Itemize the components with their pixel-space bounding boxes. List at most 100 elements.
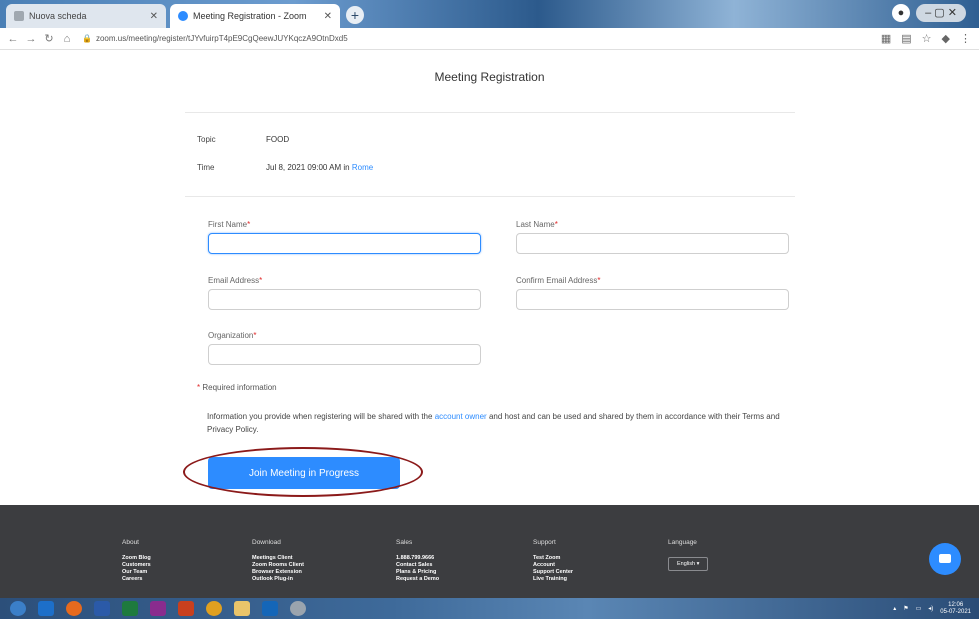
footer-link[interactable]: 1.888.799.9666 bbox=[396, 555, 439, 562]
close-icon[interactable]: ✕ bbox=[150, 11, 158, 22]
footer-language: Language English ▾ bbox=[668, 539, 709, 571]
system-tray: ▴ ⚑ ▭ ◂) 12:06 05-07-2021 bbox=[893, 602, 979, 616]
required-mark: * bbox=[247, 220, 251, 229]
notification-icon[interactable]: ▴ bbox=[893, 605, 896, 612]
footer-link[interactable]: Zoom Rooms Client bbox=[252, 562, 304, 569]
page-title: Meeting Registration bbox=[434, 70, 545, 84]
file-explorer-icon[interactable] bbox=[234, 601, 250, 616]
last-name-label: Last Name* bbox=[516, 220, 558, 229]
tab-zoom-registration[interactable]: Meeting Registration - Zoom ✕ bbox=[170, 4, 340, 28]
qr-icon[interactable]: ▦ bbox=[881, 32, 891, 45]
footer-link[interactable]: Customers bbox=[122, 562, 151, 569]
footer-link[interactable]: Account bbox=[533, 562, 573, 569]
email-label: Email Address* bbox=[208, 276, 262, 285]
footer-link[interactable]: Our Team bbox=[122, 569, 151, 576]
outlook-icon[interactable] bbox=[262, 601, 278, 616]
chat-button[interactable] bbox=[929, 543, 961, 575]
home-icon[interactable]: ⌂ bbox=[58, 33, 76, 45]
flag-icon[interactable]: ⚑ bbox=[903, 605, 908, 612]
word-icon[interactable] bbox=[94, 601, 110, 616]
footer-link[interactable]: Live Training bbox=[533, 576, 573, 583]
site-footer: About Zoom Blog Customers Our Team Caree… bbox=[0, 505, 979, 598]
footer-link[interactable]: Zoom Blog bbox=[122, 555, 151, 562]
chrome-icon[interactable] bbox=[206, 601, 222, 616]
footer-heading: Download bbox=[252, 539, 281, 546]
powerpoint-icon[interactable] bbox=[178, 601, 194, 616]
footer-link[interactable]: Request a Demo bbox=[396, 576, 439, 583]
footer-link[interactable]: Careers bbox=[122, 576, 151, 583]
time-value: Jul 8, 2021 09:00 AM in Rome bbox=[266, 163, 373, 172]
menu-icon[interactable]: ⋮ bbox=[960, 32, 971, 45]
language-value: English bbox=[677, 561, 696, 567]
footer-link[interactable]: Outlook Plug-in bbox=[252, 576, 304, 583]
confirm-email-label: Confirm Email Address* bbox=[516, 276, 600, 285]
close-icon[interactable]: ✕ bbox=[324, 11, 332, 22]
window-controls[interactable]: – ▢ ✕ bbox=[916, 4, 966, 22]
footer-link[interactable]: Support Center bbox=[533, 569, 573, 576]
app-icon[interactable] bbox=[290, 601, 306, 616]
topic-value: FOOD bbox=[266, 135, 290, 144]
time-zone-link[interactable]: Rome bbox=[352, 163, 373, 172]
back-icon[interactable]: ← bbox=[4, 33, 22, 45]
clock[interactable]: 12:06 05-07-2021 bbox=[940, 602, 971, 616]
join-meeting-button[interactable]: Join Meeting in Progress bbox=[208, 457, 400, 489]
internet-explorer-icon[interactable] bbox=[38, 601, 54, 616]
label-text: Email Address bbox=[208, 276, 260, 285]
divider bbox=[185, 196, 795, 197]
notice-text: Information you provide when registering… bbox=[207, 412, 433, 421]
required-note-text: Required information bbox=[202, 383, 277, 392]
chevron-down-icon: ▾ bbox=[696, 561, 700, 567]
footer-support: Support Test Zoom Account Support Center… bbox=[533, 539, 573, 583]
label-text: First Name bbox=[208, 220, 248, 229]
footer-link[interactable]: Browser Extension bbox=[252, 569, 304, 576]
footer-sales: Sales 1.888.799.9666 Contact Sales Plans… bbox=[396, 539, 439, 583]
topic-label: Topic bbox=[197, 135, 216, 144]
clock-date: 05-07-2021 bbox=[940, 608, 971, 615]
account-owner-link[interactable]: account owner bbox=[435, 412, 487, 421]
url-text: zoom.us/meeting/register/tJYvfuirpT4pE9C… bbox=[95, 34, 348, 43]
volume-icon[interactable]: ◂) bbox=[928, 605, 933, 612]
footer-heading: Language bbox=[668, 539, 697, 546]
confirm-email-input[interactable] bbox=[516, 289, 789, 310]
start-icon[interactable] bbox=[10, 601, 26, 616]
divider bbox=[185, 112, 795, 113]
footer-heading: Sales bbox=[396, 539, 413, 546]
profile-icon[interactable]: ● bbox=[892, 4, 910, 22]
organization-input[interactable] bbox=[208, 344, 481, 365]
translate-icon[interactable]: ▤ bbox=[901, 32, 911, 45]
firefox-icon[interactable] bbox=[66, 601, 82, 616]
first-name-label: First Name* bbox=[208, 220, 250, 229]
last-name-input[interactable] bbox=[516, 233, 789, 254]
onenote-icon[interactable] bbox=[150, 601, 166, 616]
footer-download: Download Meetings Client Zoom Rooms Clie… bbox=[252, 539, 304, 583]
required-mark: * bbox=[597, 276, 601, 285]
email-input[interactable] bbox=[208, 289, 481, 310]
tab-new-tab[interactable]: Nuova scheda ✕ bbox=[6, 4, 166, 28]
extension-icon[interactable]: ◆ bbox=[942, 32, 950, 45]
footer-heading: About bbox=[122, 539, 139, 546]
extension-area: ▦ ▤ ☆ ◆ ⋮ bbox=[881, 32, 979, 45]
tab-label: Nuova scheda bbox=[29, 11, 87, 21]
forward-icon[interactable]: → bbox=[22, 33, 40, 45]
windows-taskbar: ▴ ⚑ ▭ ◂) 12:06 05-07-2021 bbox=[0, 598, 979, 619]
footer-link[interactable]: Plans & Pricing bbox=[396, 569, 439, 576]
star-icon[interactable]: ☆ bbox=[922, 32, 932, 45]
language-select[interactable]: English ▾ bbox=[668, 557, 709, 571]
label-text: Confirm Email Address bbox=[516, 276, 598, 285]
time-text: Jul 8, 2021 09:00 AM in bbox=[266, 163, 350, 172]
organization-label: Organization* bbox=[208, 331, 256, 340]
footer-about: About Zoom Blog Customers Our Team Caree… bbox=[122, 539, 151, 583]
new-tab-button[interactable]: + bbox=[346, 6, 364, 24]
footer-link[interactable]: Test Zoom bbox=[533, 555, 573, 562]
footer-link[interactable]: Contact Sales bbox=[396, 562, 439, 569]
required-mark: * bbox=[259, 276, 263, 285]
zoom-icon bbox=[178, 11, 188, 21]
address-bar[interactable]: 🔒 zoom.us/meeting/register/tJYvfuirpT4pE… bbox=[82, 30, 842, 48]
excel-icon[interactable] bbox=[122, 601, 138, 616]
footer-link[interactable]: Meetings Client bbox=[252, 555, 304, 562]
network-icon[interactable]: ▭ bbox=[916, 605, 922, 612]
clock-time: 12:06 bbox=[948, 601, 964, 608]
tab-label: Meeting Registration - Zoom bbox=[193, 11, 307, 21]
reload-icon[interactable]: ↻ bbox=[40, 32, 58, 45]
first-name-input[interactable] bbox=[208, 233, 481, 254]
